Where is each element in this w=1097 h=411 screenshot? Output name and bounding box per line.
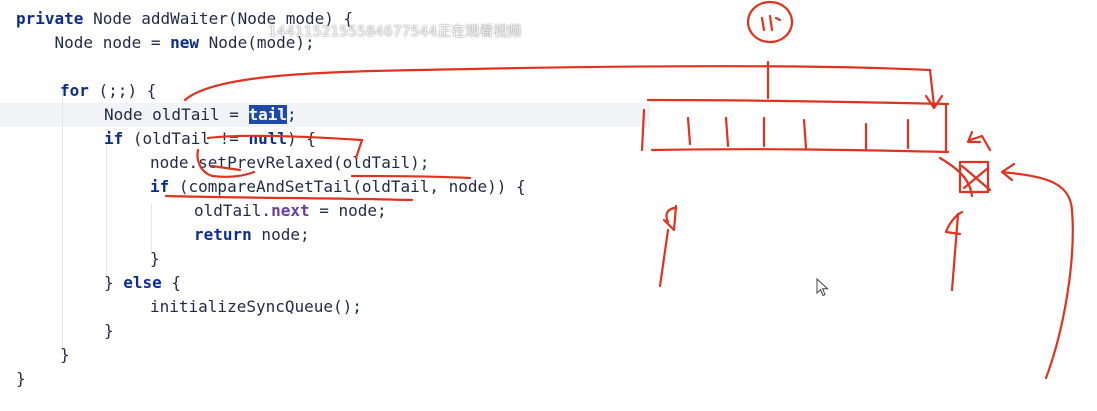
tail-arrow xyxy=(183,65,936,108)
mouse-cursor-icon xyxy=(816,278,829,297)
handwritten-annotations xyxy=(164,0,1074,380)
